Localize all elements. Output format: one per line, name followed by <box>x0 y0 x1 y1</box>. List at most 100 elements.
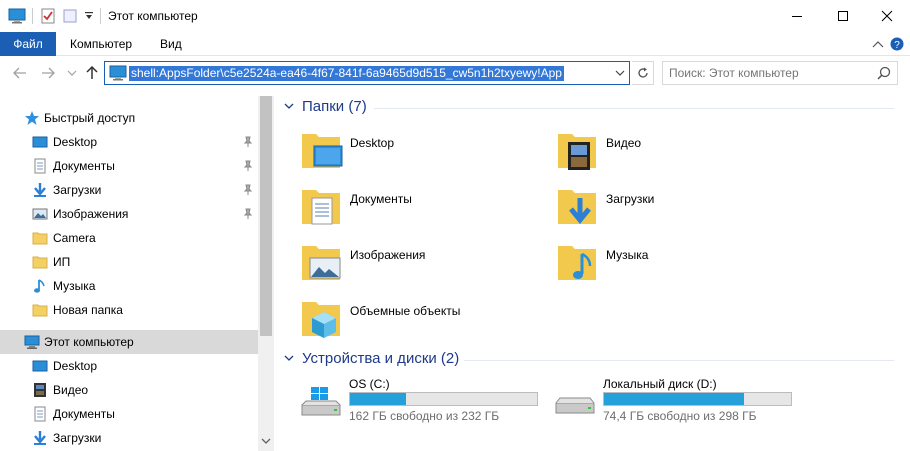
group-divider <box>464 360 894 361</box>
sidebar-item-new-folder[interactable]: Новая папка <box>0 298 258 322</box>
svg-text:?: ? <box>894 40 900 51</box>
sidebar-item-label: Загрузки <box>53 183 102 197</box>
back-arrow-icon[interactable] <box>12 65 28 81</box>
ribbon-tabs: Файл Компьютер Вид ? <box>0 32 910 56</box>
sidebar-item-ip[interactable]: ИП <box>0 250 258 274</box>
help-icon[interactable]: ? <box>890 32 904 56</box>
star-icon <box>24 110 40 126</box>
scroll-thumb[interactable] <box>260 96 272 336</box>
folder-desktop[interactable]: Desktop <box>278 128 538 178</box>
forward-arrow-icon[interactable] <box>40 65 56 81</box>
folder-icon <box>32 302 48 318</box>
folder-label: Музыка <box>606 248 649 262</box>
folder-pictures[interactable]: Изображения <box>278 240 538 290</box>
3d-objects-folder-icon <box>300 296 344 340</box>
sidebar-item-label: Desktop <box>53 135 98 149</box>
pin-icon[interactable] <box>243 184 253 199</box>
downloads-icon <box>32 182 48 198</box>
desktop-icon <box>32 358 48 374</box>
documents-icon <box>32 406 48 422</box>
search-input[interactable] <box>669 66 869 80</box>
properties-icon[interactable] <box>40 6 56 26</box>
drives-group-header[interactable]: Устройства и диски (2) <box>284 350 459 367</box>
address-dropdown-icon[interactable] <box>611 62 629 84</box>
group-title: Устройства и диски (2) <box>302 350 460 367</box>
documents-folder-icon <box>300 184 344 228</box>
videos-icon <box>32 382 48 398</box>
pin-icon[interactable] <box>243 160 253 175</box>
folder-label: Изображения <box>350 248 426 262</box>
drive-free-text: 74,4 ГБ свободно из 298 ГБ <box>603 409 757 423</box>
maximize-icon[interactable] <box>820 0 866 32</box>
tab-file[interactable]: Файл <box>0 32 56 56</box>
close-icon[interactable] <box>864 0 910 32</box>
drive-usage-fill <box>604 393 745 405</box>
folder-downloads[interactable]: Загрузки <box>534 184 794 234</box>
new-folder-icon[interactable] <box>62 6 78 26</box>
folder-label: Документы <box>350 192 412 206</box>
pictures-icon <box>32 206 48 222</box>
drive-c[interactable]: OS (C:) 162 ГБ свободно из 232 ГБ <box>278 377 538 427</box>
recent-locations-icon[interactable] <box>64 65 80 81</box>
folder-music[interactable]: Музыка <box>534 240 794 290</box>
folder-documents[interactable]: Документы <box>278 184 538 234</box>
drive-label: OS (C:) <box>349 377 390 391</box>
minimize-icon[interactable] <box>774 0 820 32</box>
group-divider <box>374 108 894 109</box>
drive-d[interactable]: Локальный диск (D:) 74,4 ГБ свободно из … <box>532 377 792 427</box>
sidebar-item-this-pc[interactable]: Этот компьютер <box>0 330 258 354</box>
nav-scrollbar[interactable] <box>258 96 274 451</box>
sidebar-item-desktop[interactable]: Desktop <box>0 130 258 154</box>
sidebar-item-pictures[interactable]: Изображения <box>0 202 258 226</box>
drive-usage-bar <box>603 392 792 406</box>
address-bar[interactable]: shell:AppsFolder\c5e2524a-ea46-4f67-841f… <box>104 61 630 85</box>
sidebar-item-documents[interactable]: Документы <box>0 402 258 426</box>
tab-computer[interactable]: Компьютер <box>70 32 132 56</box>
sidebar-item-videos[interactable]: Видео <box>0 378 258 402</box>
folders-group-header[interactable]: Папки (7) <box>284 98 367 115</box>
navigation-pane: Быстрый доступ Desktop Документы Загрузк… <box>0 96 274 451</box>
refresh-icon[interactable] <box>632 61 654 85</box>
folder-videos[interactable]: Видео <box>534 128 794 178</box>
sidebar-item-label: Музыка <box>53 279 96 293</box>
folder-icon <box>32 254 48 270</box>
folder-label: Desktop <box>350 136 395 150</box>
folder-label: Объемные объекты <box>350 304 461 318</box>
up-arrow-icon[interactable] <box>84 65 100 81</box>
quick-access-item[interactable]: Быстрый доступ <box>0 106 258 130</box>
folder-3d-objects[interactable]: Объемные объекты <box>278 296 538 346</box>
drive-usage-fill <box>350 393 407 405</box>
title-bar: Этот компьютер <box>0 0 910 32</box>
expand-ribbon-icon[interactable] <box>872 32 884 56</box>
folder-label: Загрузки <box>606 192 655 206</box>
sidebar-item-label: ИП <box>53 255 71 269</box>
tab-view[interactable]: Вид <box>160 32 182 56</box>
search-icon[interactable] <box>877 66 891 83</box>
sidebar-item-label: Desktop <box>53 359 98 373</box>
desktop-icon <box>32 134 48 150</box>
sidebar-item-camera[interactable]: Camera <box>0 226 258 250</box>
collapse-chevron-icon[interactable] <box>284 353 294 365</box>
collapse-chevron-icon[interactable] <box>284 101 294 113</box>
customize-toolbar-icon[interactable] <box>84 6 94 26</box>
sidebar-item-label: Изображения <box>53 207 129 221</box>
scroll-down-icon[interactable] <box>261 436 271 447</box>
sidebar-item-music[interactable]: Музыка <box>0 274 258 298</box>
music-folder-icon <box>556 240 600 284</box>
sidebar-item-downloads[interactable]: Загрузки <box>0 426 258 450</box>
windows-drive-icon <box>298 385 344 417</box>
address-text[interactable]: shell:AppsFolder\c5e2524a-ea46-4f67-841f… <box>129 66 564 81</box>
search-box[interactable] <box>662 61 898 85</box>
navigation-bar: shell:AppsFolder\c5e2524a-ea46-4f67-841f… <box>0 57 910 89</box>
this-pc-icon[interactable] <box>8 6 26 26</box>
sidebar-item-downloads[interactable]: Загрузки <box>0 178 258 202</box>
videos-folder-icon <box>556 128 600 172</box>
downloads-icon <box>32 430 48 446</box>
drive-label: Локальный диск (D:) <box>603 377 717 391</box>
sidebar-item-label: Видео <box>53 383 89 397</box>
quick-access-label: Быстрый доступ <box>44 111 136 125</box>
pin-icon[interactable] <box>243 136 253 151</box>
pin-icon[interactable] <box>243 208 253 223</box>
sidebar-item-documents[interactable]: Документы <box>0 154 258 178</box>
sidebar-item-desktop[interactable]: Desktop <box>0 354 258 378</box>
